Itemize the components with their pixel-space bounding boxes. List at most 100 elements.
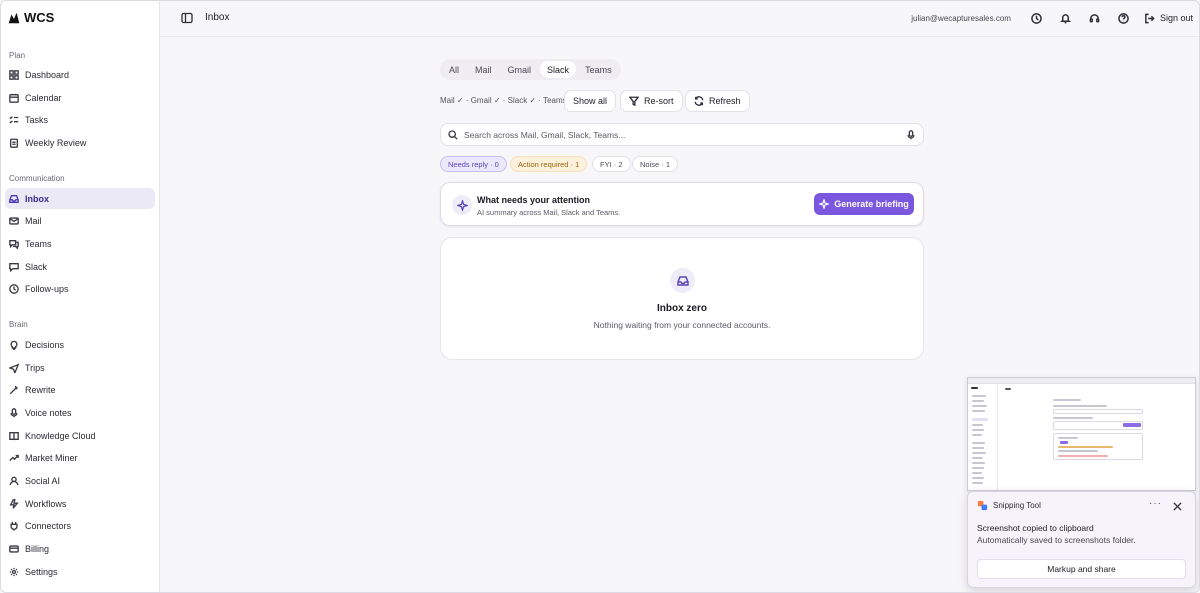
sidebar-item-connectors[interactable]: Connectors [5, 515, 155, 536]
markup-and-share-button[interactable]: Markup and share [977, 559, 1186, 579]
sidebar-item-rewrite[interactable]: Rewrite [5, 379, 155, 400]
sidebar-item-social-ai[interactable]: Social AI [5, 470, 155, 491]
user-icon [9, 476, 19, 485]
chat-icon [9, 239, 19, 249]
sidebar-item-label: Slack [25, 261, 48, 272]
calendar-icon [9, 93, 19, 103]
inbox-icon [9, 194, 19, 203]
tab-all[interactable]: All [442, 61, 466, 78]
chip-action-required[interactable]: Action required · 1 [510, 156, 588, 172]
clock-icon [1031, 12, 1042, 24]
resort-button[interactable]: Re-sort [620, 90, 683, 112]
sidebar-item-decisions[interactable]: Decisions [5, 334, 155, 355]
tab-teams[interactable]: Teams [578, 61, 619, 78]
sidebar-item-trips[interactable]: Trips [5, 357, 155, 378]
lightbulb-icon [10, 340, 18, 350]
plane-icon [9, 363, 19, 373]
sidebar-item-settings[interactable]: Settings [5, 561, 155, 582]
screenshot-thumbnail[interactable] [967, 377, 1196, 491]
sidebar-item-dashboard[interactable]: Dashboard [5, 64, 155, 85]
sidebar-item-tasks[interactable]: Tasks [5, 109, 155, 130]
sidebar-item-weekly-review[interactable]: Weekly Review [5, 132, 155, 153]
sidebar-item-calendar[interactable]: Calendar [5, 87, 155, 108]
snipping-tool-icon [977, 500, 988, 511]
refresh-label: Refresh [709, 96, 741, 106]
attention-card: What needs your attention AI summary acr… [440, 182, 924, 226]
inbox-icon [670, 268, 695, 293]
sidebar-item-label: Connectors [25, 520, 72, 531]
card-icon [9, 544, 19, 553]
snipping-tool-app-name: Snipping Tool [993, 501, 1041, 510]
toggle-sidebar-button[interactable] [181, 11, 193, 24]
show-all-button[interactable]: Show all [564, 90, 617, 112]
sidebar-item-label: Follow-ups [25, 283, 69, 294]
top-header: Inbox julian@wecapturesales.com Sign out [160, 1, 1199, 37]
sidebar-item-voice-notes[interactable]: Voice notes [5, 402, 155, 423]
sidebar-item-label: Teams [25, 238, 52, 249]
sign-out-label: Sign out [1159, 13, 1193, 23]
snipping-tool-header: Snipping Tool [977, 500, 1041, 511]
sidebar-item-label: Mail [25, 215, 42, 226]
workflow-icon [9, 498, 19, 509]
sidebar-item-mail[interactable]: Mail [5, 210, 155, 231]
sidebar-item-market-miner[interactable]: Market Miner [5, 447, 155, 468]
search-input[interactable] [464, 129, 900, 140]
sidebar-item-knowledge-cloud[interactable]: Knowledge Cloud [5, 425, 155, 446]
tasks-icon [9, 115, 19, 123]
brand-logo[interactable]: WCS [7, 10, 54, 25]
chip-noise[interactable]: Noise · 1 [632, 156, 679, 172]
plug-icon [10, 521, 18, 531]
clipboard-icon [10, 138, 18, 148]
sidebar-item-label: Calendar [25, 92, 62, 103]
sidebar-item-label: Knowledge Cloud [25, 430, 96, 441]
sidebar-item-label: Workflows [25, 498, 67, 509]
trend-icon [9, 454, 19, 461]
chip-fyi[interactable]: FYI · 2 [592, 156, 631, 172]
dashboard-icon [9, 69, 19, 80]
source-tabs: All Mail Gmail Slack Teams [440, 59, 621, 80]
logo-icon [8, 12, 20, 23]
sidebar-item-label: Dashboard [25, 69, 70, 80]
tab-slack[interactable]: Slack [540, 61, 577, 78]
refresh-button[interactable]: Refresh [685, 90, 750, 112]
tab-gmail[interactable]: Gmail [501, 61, 539, 78]
close-notification-button[interactable] [1173, 498, 1187, 512]
microphone-icon[interactable] [906, 129, 916, 140]
source-filter-summary: Mail ✓ · Gmail ✓ · Slack ✓ · Teams ✓ [440, 96, 576, 105]
sparkle-icon [819, 199, 830, 209]
account-email: julian@wecapturesales.com [911, 13, 1011, 23]
notifications-button[interactable] [1051, 10, 1080, 26]
support-button[interactable] [1080, 10, 1109, 26]
history-button[interactable] [1022, 10, 1051, 26]
sign-out-button[interactable]: Sign out [1144, 13, 1193, 24]
empty-state-card: Inbox zero Nothing waiting from your con… [440, 237, 924, 360]
sidebar-item-label: Rewrite [25, 384, 56, 395]
bell-icon [1060, 13, 1071, 23]
book-icon [9, 431, 19, 440]
close-icon [1173, 502, 1182, 511]
generate-briefing-button[interactable]: Generate briefing [814, 193, 914, 215]
attention-title: What needs your attention [477, 195, 591, 205]
clock-icon [9, 283, 19, 294]
resort-label: Re-sort [644, 96, 674, 106]
more-options-button[interactable]: ··· [1149, 498, 1162, 509]
microphone-icon [10, 407, 18, 417]
sidebar-item-inbox[interactable]: Inbox [5, 188, 155, 209]
empty-state-subtitle: Nothing waiting from your connected acco… [593, 320, 771, 330]
wand-icon [9, 385, 18, 394]
sidebar-item-label: Social AI [25, 475, 61, 486]
sidebar-item-workflows[interactable]: Workflows [5, 493, 155, 514]
sidebar-item-teams[interactable]: Teams [5, 233, 155, 254]
sidebar-item-slack[interactable]: Slack [5, 256, 155, 277]
sidebar-item-label: Decisions [25, 339, 65, 350]
empty-state-title: Inbox zero [656, 303, 707, 314]
help-button[interactable] [1109, 10, 1138, 26]
sidebar-item-follow-ups[interactable]: Follow-ups [5, 278, 155, 299]
refresh-icon [694, 96, 704, 106]
tab-mail[interactable]: Mail [468, 61, 499, 78]
chip-needs-reply[interactable]: Needs reply · 0 [440, 156, 507, 172]
sidebar-item-billing[interactable]: Billing [5, 538, 155, 559]
attention-subtitle: AI summary across Mail, Slack and Teams. [477, 208, 621, 217]
app-window: WCS Plan Dashboard Calendar Tasks Weekly… [0, 0, 1200, 593]
section-label-plan: Plan [9, 51, 26, 60]
